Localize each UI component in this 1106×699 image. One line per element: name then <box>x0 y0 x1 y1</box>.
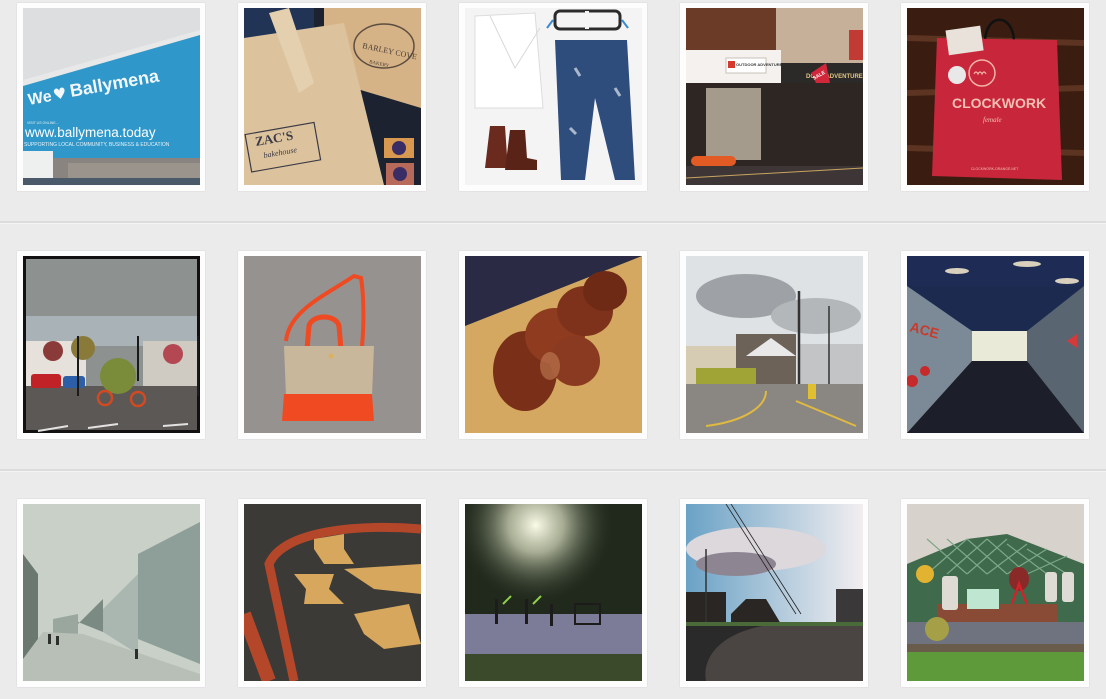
photo-vintage-street[interactable] <box>23 504 200 681</box>
bag-website: CLOCKWORK-ORANGE.NET <box>971 167 1019 171</box>
photo-street-junction[interactable] <box>686 256 863 433</box>
photo-clockwork-bag[interactable]: CLOCKWORK female CLOCKWORK-ORANGE.NET <box>907 8 1084 185</box>
bag-brand: CLOCKWORK <box>952 95 1046 111</box>
photo-row-3 <box>0 451 1106 699</box>
photo-card[interactable] <box>459 251 647 439</box>
photo-card[interactable] <box>459 3 647 191</box>
photo-town-square[interactable] <box>23 256 200 433</box>
photo-card[interactable] <box>680 499 868 687</box>
photo-card[interactable] <box>17 499 205 687</box>
bag-sub: female <box>983 116 1002 124</box>
photo-card[interactable]: OUTDOOR ADVENTURE DOOR ADVENTURE Outdoor… <box>680 3 868 191</box>
photo-bakery-bags[interactable]: BARLEY COVE BAKERY ZAC'S bakehouse <box>244 8 421 185</box>
photo-card[interactable]: CLOCKWORK female CLOCKWORK-ORANGE.NET <box>901 3 1089 191</box>
photo-billboard[interactable]: We ♥ Ballymena VISIT US ONLINE... www.ba… <box>23 8 200 185</box>
photo-card[interactable]: We ♥ Ballymena VISIT US ONLINE... www.ba… <box>17 3 205 191</box>
photo-card[interactable]: ACE <box>901 251 1089 439</box>
photo-card[interactable] <box>17 251 205 439</box>
photo-shop-front[interactable]: OUTDOOR ADVENTURE DOOR ADVENTURE Outdoor… <box>686 8 863 185</box>
billboard-tagline: SUPPORTING LOCAL COMMUNITY, BUSINESS & E… <box>24 142 170 148</box>
photo-card[interactable] <box>238 251 426 439</box>
photo-sunset-road[interactable] <box>686 504 863 681</box>
billboard-url: www.ballymena.today <box>24 125 156 140</box>
photo-row-1: We ♥ Ballymena VISIT US ONLINE... www.ba… <box>0 0 1106 224</box>
photo-card[interactable] <box>238 499 426 687</box>
photo-bread[interactable] <box>465 256 642 433</box>
photo-garden-churns[interactable] <box>907 504 1084 681</box>
photo-park-gym[interactable] <box>465 504 642 681</box>
photo-card[interactable] <box>901 499 1089 687</box>
photo-outfit[interactable] <box>465 8 642 185</box>
photo-card[interactable] <box>680 251 868 439</box>
photo-handbag[interactable] <box>244 256 421 433</box>
shop-sign-1: OUTDOOR ADVENTURE <box>736 62 783 67</box>
photo-brick-mosaic[interactable] <box>244 504 421 681</box>
photo-card[interactable] <box>459 499 647 687</box>
photo-underpass[interactable]: ACE <box>907 256 1084 433</box>
photo-card[interactable]: BARLEY COVE BAKERY ZAC'S bakehouse <box>238 3 426 191</box>
photo-row-2: ACE <box>0 203 1106 472</box>
